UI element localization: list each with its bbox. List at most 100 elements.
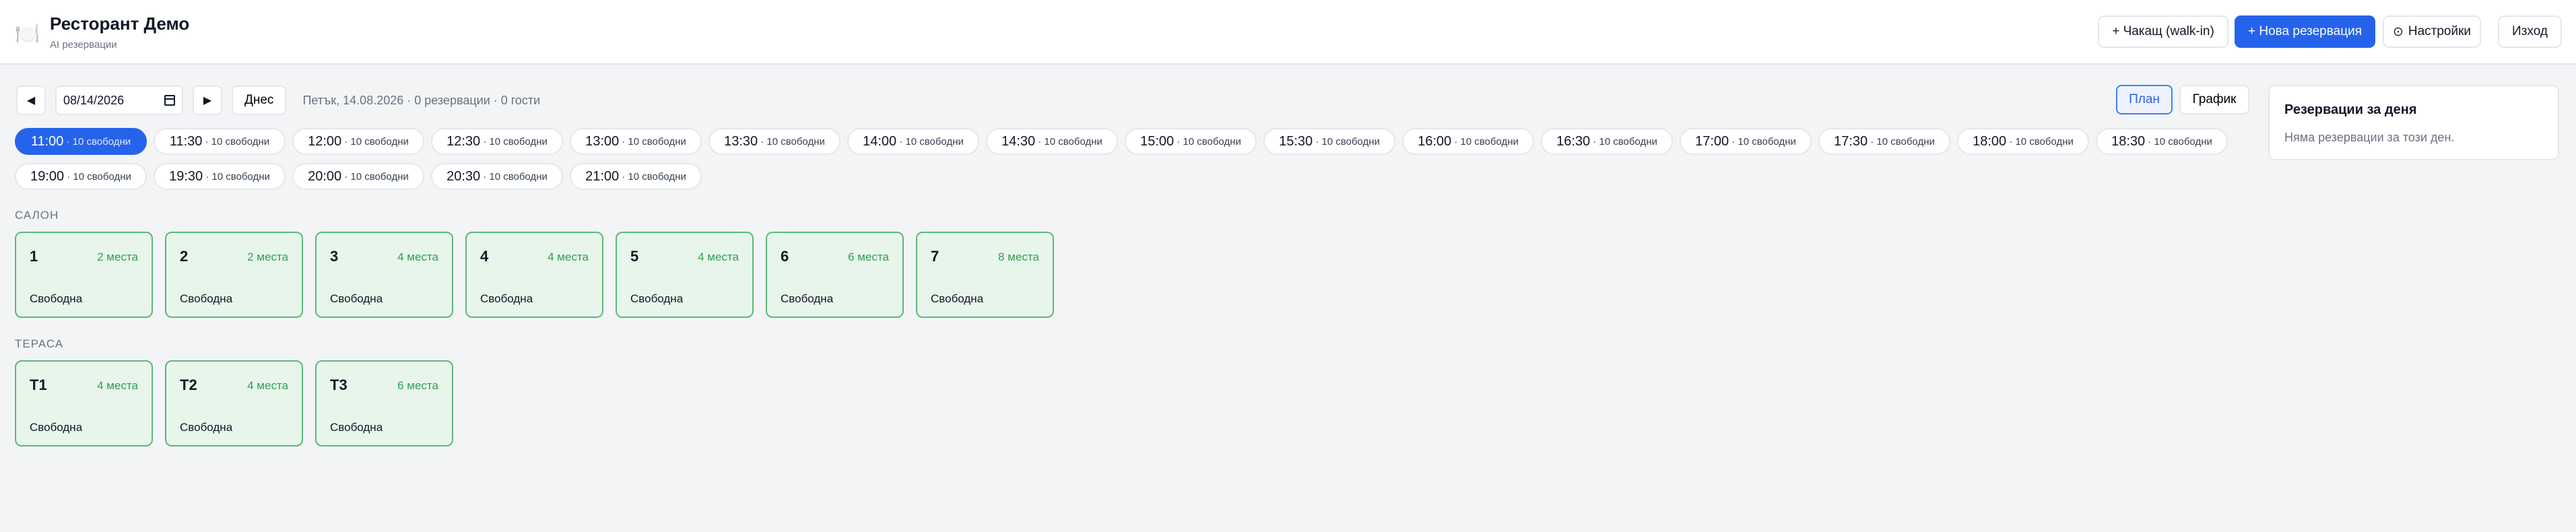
time-slot[interactable]: 15:30 · 10 свободни — [1263, 128, 1395, 155]
view-schedule-button[interactable]: График — [2179, 85, 2249, 114]
time-slot[interactable]: 16:00 · 10 свободни — [1402, 128, 1534, 155]
salon-tables: 1 2 места Свободна 2 2 места Свободна 3 4 места… — [15, 232, 1054, 318]
table-card[interactable]: 4 4 места Свободна — [465, 232, 603, 318]
table-seats: 4 места — [97, 379, 138, 392]
time-slot[interactable]: 11:30 · 10 свободни — [154, 128, 286, 155]
time-slot-time: 19:30 — [169, 168, 203, 184]
new-reservation-button[interactable]: + Нова резервация — [2235, 15, 2375, 48]
table-card[interactable]: Т1 4 места Свободна — [15, 360, 153, 446]
settings-button[interactable]: ⊙ Настройки — [2383, 15, 2481, 48]
table-name: 3 — [330, 248, 339, 265]
table-name: 1 — [30, 248, 38, 265]
table-seats: 6 места — [848, 251, 889, 263]
table-name: 2 — [180, 248, 189, 265]
new-reservation-label: + Нова резервация — [2248, 24, 2362, 38]
time-slot-time: 11:00 — [30, 133, 64, 149]
table-seats: 4 места — [397, 251, 438, 263]
time-slot[interactable]: 21:00 · 10 свободни — [570, 163, 702, 190]
time-slot[interactable]: 20:00 · 10 свободни — [292, 163, 424, 190]
table-seats: 2 места — [247, 251, 288, 263]
table-card[interactable]: 6 6 места Свободна — [766, 232, 904, 318]
table-card[interactable]: 2 2 места Свободна — [165, 232, 303, 318]
time-slot-free-count: · 10 свободни — [344, 170, 409, 182]
time-slot-free-count: · 10 свободни — [1177, 135, 1241, 147]
time-slot-free-count: · 10 свободни — [760, 135, 825, 147]
table-card[interactable]: 3 4 места Свободна — [315, 232, 453, 318]
time-slot-free-count: · 10 свободни — [1454, 135, 1519, 147]
table-card[interactable]: 7 8 места Свободна — [916, 232, 1054, 318]
time-slot[interactable]: 13:00 · 10 свободни — [570, 128, 702, 155]
time-slot-free-count: · 10 свободни — [2009, 135, 2074, 147]
time-slot[interactable]: 12:30 · 10 свободни — [431, 128, 563, 155]
time-slot-free-count: · 10 свободни — [1315, 135, 1380, 147]
table-seats: 4 места — [548, 251, 589, 263]
time-slot-free-count: · 10 свободни — [899, 135, 964, 147]
time-slot-free-count: · 10 свободни — [483, 170, 548, 182]
table-seats: 6 места — [397, 379, 438, 392]
table-seats: 2 места — [97, 251, 138, 263]
time-slot[interactable]: 12:00 · 10 свободни — [292, 128, 424, 155]
table-name: Т1 — [30, 376, 47, 393]
time-slot-free-count: · 10 свободни — [1038, 135, 1102, 147]
panel-title: Резервации за деня — [2284, 102, 2417, 117]
date-input[interactable]: 08/14/2026 — [55, 86, 183, 115]
time-slot[interactable]: 20:30 · 10 свободни — [431, 163, 563, 190]
time-slot-time: 17:00 — [1695, 133, 1729, 149]
time-slot[interactable]: 18:30 · 10 свободни — [2096, 128, 2228, 155]
time-slot[interactable]: 17:30 · 10 свободни — [1818, 128, 1950, 155]
time-slot-time: 16:00 — [1418, 133, 1452, 149]
next-day-button[interactable]: ▶ — [193, 86, 222, 115]
time-slot[interactable]: 11:00 · 10 свободни — [15, 128, 147, 155]
table-status: Свободна — [781, 292, 834, 305]
table-status: Свободна — [480, 292, 533, 305]
prev-day-button[interactable]: ◀ — [16, 86, 46, 115]
calendar-icon[interactable] — [164, 95, 175, 106]
chevron-right-icon: ▶ — [203, 95, 212, 106]
time-slot[interactable]: 14:30 · 10 свободни — [986, 128, 1118, 155]
settings-label: Настройки — [2408, 24, 2472, 38]
table-card[interactable]: Т3 6 места Свободна — [315, 360, 453, 446]
time-slot[interactable]: 15:00 · 10 свободни — [1125, 128, 1257, 155]
time-slot[interactable]: 19:30 · 10 свободни — [154, 163, 286, 190]
table-card[interactable]: 1 2 места Свободна — [15, 232, 153, 318]
walk-in-label: + Чакащ (walk-in) — [2112, 24, 2214, 38]
time-slot-free-count: · 10 свободни — [344, 135, 409, 147]
today-button[interactable]: Днес — [232, 86, 287, 115]
time-slot-free-count: · 10 свободни — [205, 170, 270, 182]
time-slot[interactable]: 19:00 · 10 свободни — [15, 163, 147, 190]
app-title: Ресторант Демо — [50, 13, 190, 34]
walk-in-button[interactable]: + Чакащ (walk-in) — [2098, 15, 2228, 48]
date-value: 08/14/2026 — [63, 93, 125, 107]
time-slot-list: 11:00 · 10 свободни 11:30 · 10 свободни 12:0… — [15, 128, 2251, 190]
logout-label: Изход — [2512, 24, 2548, 38]
table-name: 6 — [781, 248, 789, 265]
time-slot-free-count: · 10 свободни — [622, 170, 686, 182]
time-slot-free-count: · 10 свободни — [1870, 135, 1935, 147]
time-slot-time: 20:00 — [308, 168, 342, 184]
table-status: Свободна — [330, 292, 383, 305]
table-seats: 4 места — [698, 251, 739, 263]
table-seats: 8 места — [998, 251, 1039, 263]
time-slot-time: 14:30 — [1001, 133, 1036, 149]
date-toolbar: ◀ 08/14/2026 ▶ Днес Петък, 14.08.2026 · … — [16, 86, 540, 115]
time-slot[interactable]: 14:00 · 10 свободни — [847, 128, 979, 155]
panel-empty-text: Няма резервации за този ден. — [2284, 131, 2455, 144]
time-slot[interactable]: 13:30 · 10 свободни — [708, 128, 840, 155]
time-slot-free-count: · 10 свободни — [483, 135, 548, 147]
gear-icon: ⊙ — [2392, 24, 2404, 39]
day-reservations-panel: Резервации за деня Няма резервации за то… — [2268, 85, 2559, 160]
time-slot[interactable]: 17:00 · 10 свободни — [1680, 128, 1812, 155]
table-status: Свободна — [630, 292, 684, 305]
logout-button[interactable]: Изход — [2498, 15, 2562, 48]
table-status: Свободна — [931, 292, 984, 305]
time-slot[interactable]: 16:30 · 10 свободни — [1541, 128, 1673, 155]
time-slot[interactable]: 18:00 · 10 свободни — [1957, 128, 2089, 155]
view-plan-button[interactable]: План — [2116, 85, 2173, 114]
table-card[interactable]: Т2 4 места Свободна — [165, 360, 303, 446]
time-slot-time: 17:30 — [1834, 133, 1868, 149]
time-slot-time: 18:00 — [1973, 133, 2007, 149]
time-slot-time: 14:00 — [863, 133, 897, 149]
time-slot-free-count: · 10 свободни — [205, 135, 270, 147]
table-name: 4 — [480, 248, 489, 265]
table-card[interactable]: 5 4 места Свободна — [616, 232, 754, 318]
